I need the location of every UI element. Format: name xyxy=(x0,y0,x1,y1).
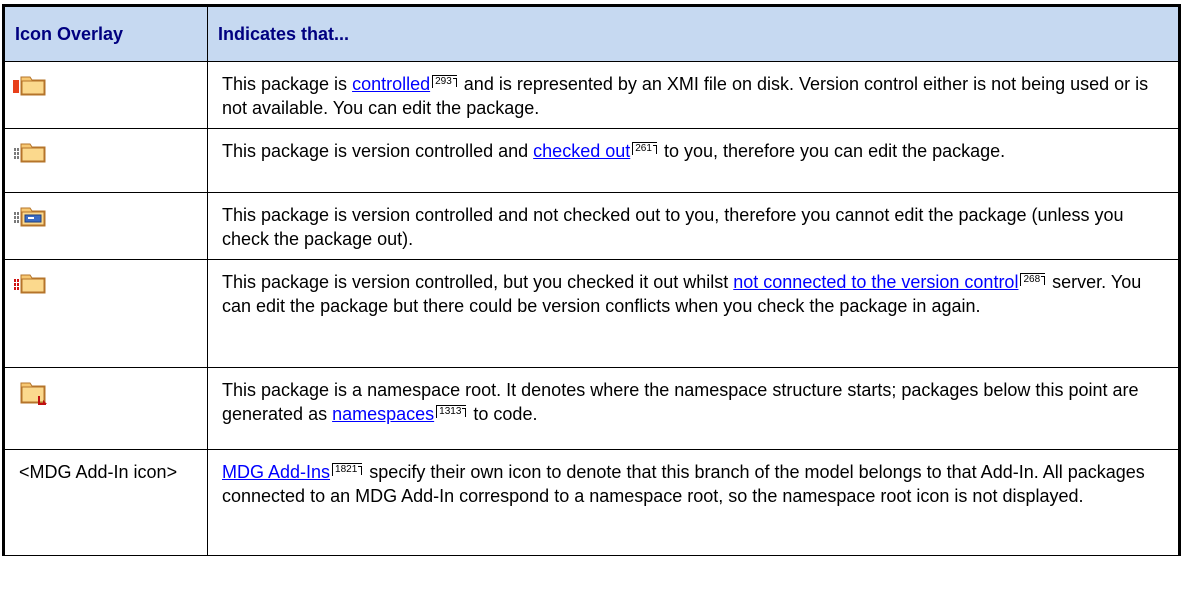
mdg-add-in-icon-label: <MDG Add-In icon> xyxy=(2,449,208,556)
row-description: MDG Add-Ins 1821 specify their own icon t… xyxy=(207,449,1181,556)
row-description: This package is controlled 293 and is rep… xyxy=(207,61,1181,129)
folder-controlled-icon xyxy=(13,76,46,96)
table-header-row: Icon Overlay Indicates that... xyxy=(2,4,1181,62)
column-header-indicates: Indicates that... xyxy=(207,4,1181,62)
column-header-icon-overlay: Icon Overlay xyxy=(2,4,208,62)
namespaces-link[interactable]: namespaces xyxy=(332,404,434,424)
folder-locked-icon xyxy=(14,207,46,227)
controlled-link[interactable]: controlled xyxy=(352,74,430,94)
page-reference[interactable]: 1313 xyxy=(436,405,467,418)
table-row: This package is controlled 293 and is rep… xyxy=(2,61,1181,129)
icon-overlay-table: Icon Overlay Indicates that... This pack… xyxy=(2,4,1181,556)
page-reference[interactable]: 293 xyxy=(432,75,457,88)
table-row: This package is a namespace root. It den… xyxy=(2,367,1181,450)
folder-namespace-root-icon xyxy=(20,382,47,405)
folder-checked-out-icon xyxy=(14,143,46,163)
page-reference[interactable]: 268 xyxy=(1020,273,1046,286)
row-description: This package is a namespace root. It den… xyxy=(207,367,1181,450)
table-row: This package is version controlled and n… xyxy=(2,192,1181,260)
table-row: This package is version controlled, but … xyxy=(2,259,1181,368)
checked-out-link[interactable]: checked out xyxy=(533,141,630,161)
row-description: This package is version controlled, but … xyxy=(207,259,1181,368)
page-reference[interactable]: 1821 xyxy=(332,463,363,476)
row-description: This package is version controlled and c… xyxy=(207,128,1181,193)
folder-offline-checked-out-icon xyxy=(14,274,46,294)
mdg-add-ins-link[interactable]: MDG Add-Ins xyxy=(222,462,330,482)
table-row: <MDG Add-In icon> MDG Add-Ins 1821 specif… xyxy=(2,449,1181,556)
not-connected-link[interactable]: not connected to the version control xyxy=(733,272,1018,292)
page-reference[interactable]: 261 xyxy=(632,142,657,155)
row-description: This package is version controlled and n… xyxy=(207,192,1181,260)
table-row: This package is version controlled and c… xyxy=(2,128,1181,193)
